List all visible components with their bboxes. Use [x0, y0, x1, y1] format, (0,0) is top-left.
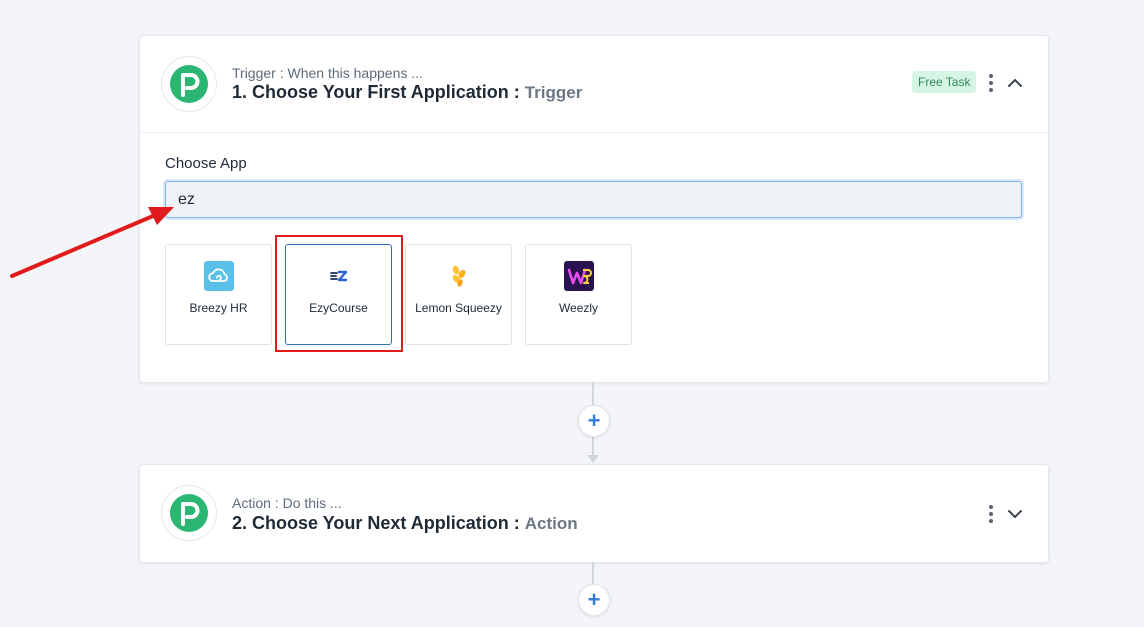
- trigger-step-card: Trigger : When this happens ... 1. Choos…: [139, 35, 1049, 383]
- pabbly-logo-icon: [170, 494, 208, 532]
- action-title-accent: Action: [524, 514, 578, 533]
- app-tile-label: EzyCourse: [309, 301, 368, 315]
- pabbly-logo: [161, 485, 217, 541]
- action-step-card: Action : Do this ... 2. Choose Your Next…: [139, 464, 1049, 563]
- more-options-icon[interactable]: [986, 505, 996, 523]
- trigger-title-text: 1. Choose Your First Application :: [232, 82, 520, 102]
- weezly-icon: [564, 261, 594, 291]
- breezy-hr-icon: [204, 261, 234, 291]
- action-title: 2. Choose Your Next Application : Action: [232, 513, 578, 534]
- app-tile-breezy-hr[interactable]: Breezy HR: [165, 244, 272, 345]
- step-connector: [592, 382, 594, 406]
- app-tile-label: Lemon Squeezy: [415, 301, 502, 315]
- chevron-up-icon[interactable]: [1006, 76, 1024, 90]
- more-options-icon[interactable]: [986, 74, 996, 92]
- ezycourse-icon: [324, 261, 354, 291]
- pabbly-logo-icon: [170, 65, 208, 103]
- app-search-input[interactable]: [165, 181, 1022, 218]
- add-step-button[interactable]: +: [578, 405, 610, 437]
- add-step-button[interactable]: +: [578, 584, 610, 616]
- action-subtitle: Action : Do this ...: [232, 495, 342, 511]
- action-title-text: 2. Choose Your Next Application :: [232, 513, 520, 533]
- action-step-header[interactable]: Action : Do this ... 2. Choose Your Next…: [140, 465, 1048, 562]
- trigger-title-accent: Trigger: [524, 83, 583, 102]
- pabbly-logo: [161, 56, 217, 112]
- lemon-squeezy-icon: [444, 261, 474, 291]
- chevron-down-icon[interactable]: [1006, 507, 1024, 521]
- connector-arrow-icon: [587, 455, 599, 463]
- app-tile-ezycourse[interactable]: EzyCourse: [285, 244, 392, 345]
- step-connector: [592, 562, 594, 584]
- trigger-title: 1. Choose Your First Application : Trigg…: [232, 82, 582, 103]
- trigger-subtitle: Trigger : When this happens ...: [232, 65, 423, 81]
- free-task-badge: Free Task: [912, 71, 977, 93]
- choose-app-label: Choose App: [165, 155, 247, 172]
- app-tile-weezly[interactable]: Weezly: [525, 244, 632, 345]
- app-tile-label: Breezy HR: [189, 301, 248, 315]
- app-tile-label: Weezly: [558, 301, 599, 315]
- trigger-step-header[interactable]: Trigger : When this happens ... 1. Choos…: [140, 36, 1048, 133]
- app-tile-lemon-squeezy[interactable]: Lemon Squeezy: [405, 244, 512, 345]
